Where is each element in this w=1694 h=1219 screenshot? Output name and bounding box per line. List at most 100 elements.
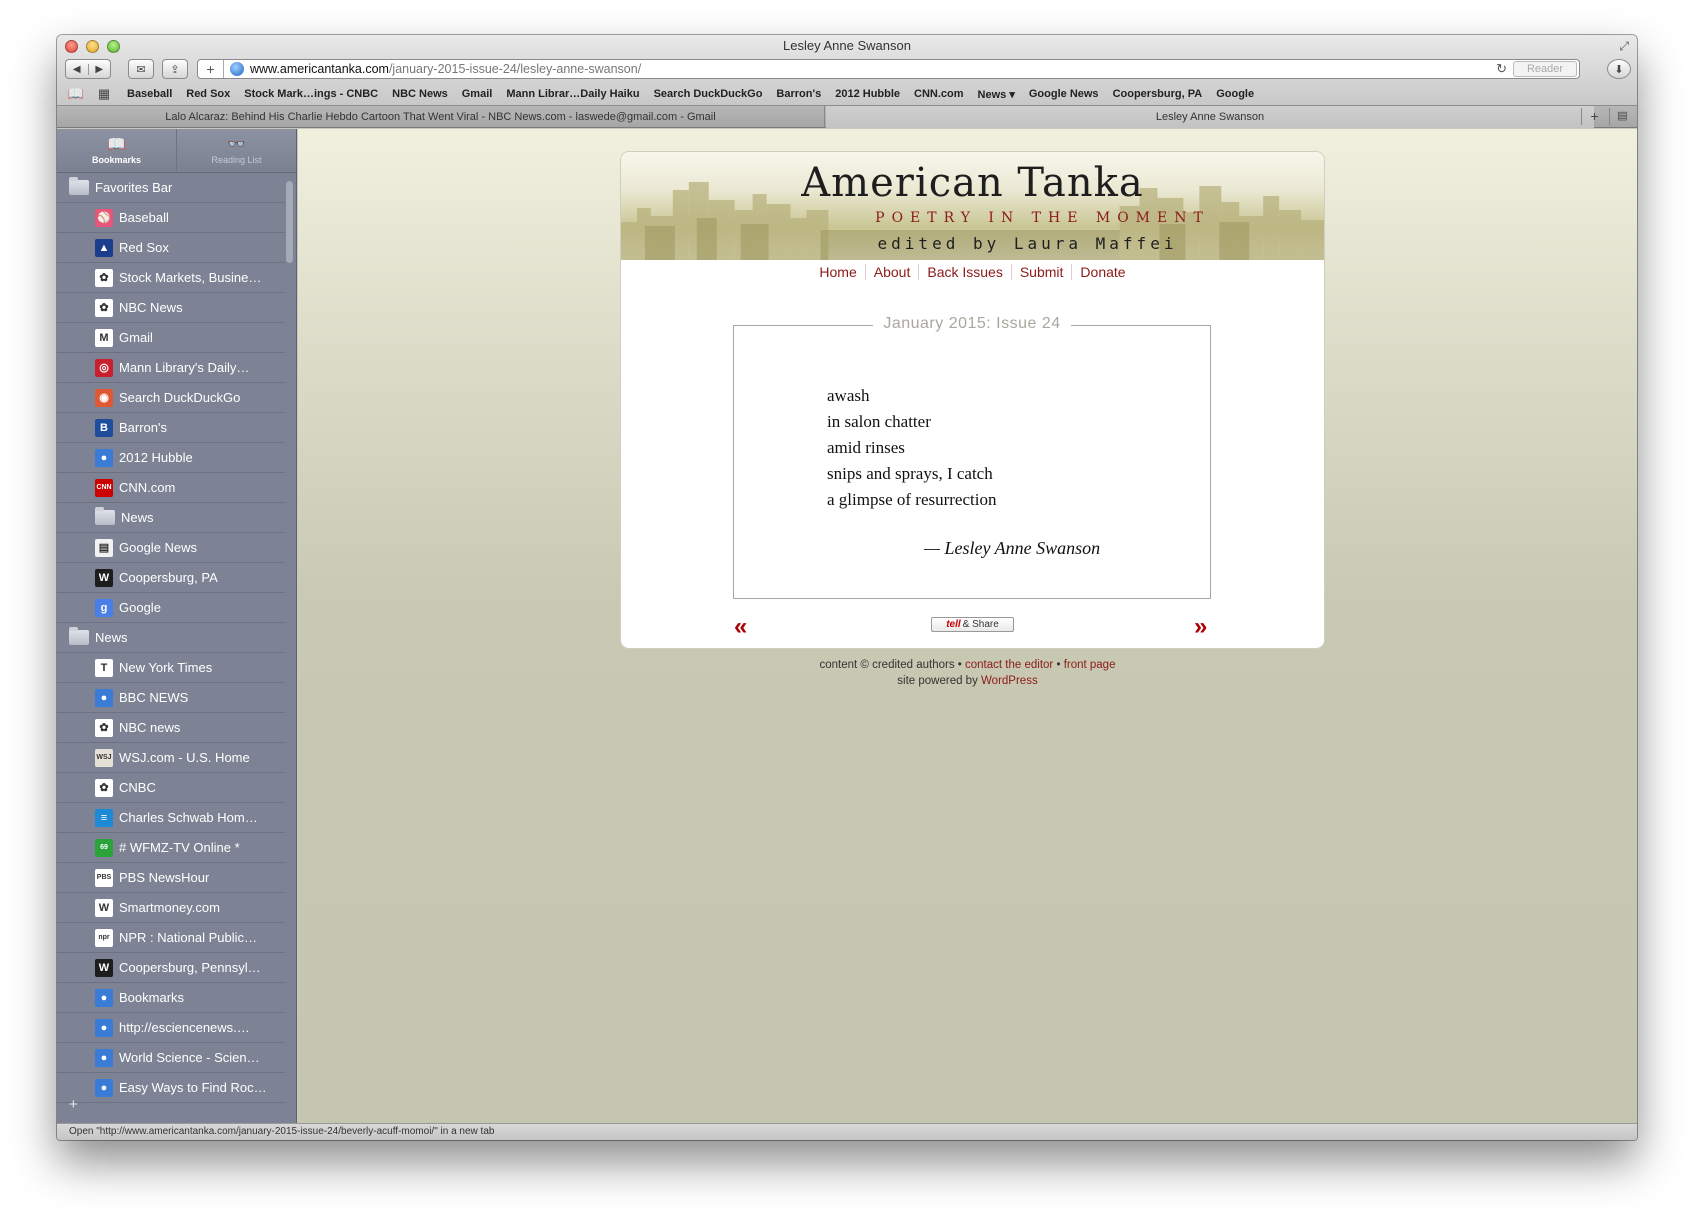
bookmark-mann-library[interactable]: Mann Librar…Daily Haiku: [506, 88, 639, 100]
sidebar-item-label: Bookmarks: [119, 990, 185, 1005]
contact-editor-link[interactable]: contact the editor: [965, 659, 1053, 671]
sidebar-item-label: News: [121, 510, 154, 525]
sidebar-bookmark[interactable]: ✿ NBC news: [57, 713, 285, 743]
nbc-peacock-icon: ✿: [95, 718, 113, 737]
bookmark-cnn[interactable]: CNN.com: [914, 88, 964, 100]
tab-gmail[interactable]: Lalo Alcaraz: Behind His Charlie Hebdo C…: [57, 106, 825, 128]
sidebar-bookmark[interactable]: W Coopersburg, PA: [57, 563, 285, 593]
bookmark-list: Favorites Bar ⚾ Baseball ▲ Red Sox ✿ Stock Mar…: [57, 173, 285, 1103]
sidebar-folder[interactable]: Favorites Bar: [57, 173, 285, 203]
nav-donate[interactable]: Donate: [1071, 264, 1134, 280]
sidebar-bookmark[interactable]: ● Easy Ways to Find Roc…: [57, 1073, 285, 1103]
downloads-button[interactable]: ⬇: [1607, 59, 1631, 79]
sidebar-bookmark[interactable]: W Coopersburg, Pennsyl…: [57, 953, 285, 983]
front-page-link[interactable]: front page: [1064, 659, 1116, 671]
folder-icon: [69, 627, 89, 645]
sidebar-bookmark[interactable]: ● 2012 Hubble: [57, 443, 285, 473]
wordpress-link[interactable]: WordPress: [981, 675, 1038, 687]
sidebar-bookmark[interactable]: ✿ CNBC: [57, 773, 285, 803]
sidebar-bookmark[interactable]: g Google: [57, 593, 285, 623]
poem-line: snips and sprays, I catch: [827, 464, 993, 483]
sidebar-bookmark[interactable]: CNN CNN.com: [57, 473, 285, 503]
show-bookmarks-icon[interactable]: 📖: [67, 86, 85, 102]
share-button[interactable]: ⇪: [162, 59, 188, 79]
globe-icon: ●: [95, 688, 113, 707]
sidebar-bookmark[interactable]: PBS PBS NewsHour: [57, 863, 285, 893]
sidebar-bookmark[interactable]: npr NPR : National Public…: [57, 923, 285, 953]
bookmark-red-sox[interactable]: Red Sox: [186, 88, 230, 100]
sidebar-bookmark[interactable]: T New York Times: [57, 653, 285, 683]
forward-button[interactable]: ▶: [89, 64, 111, 75]
next-poem-link[interactable]: »: [1194, 613, 1207, 641]
reading-list-toggle[interactable]: 👓 Reading List: [176, 129, 296, 172]
tab-overview-icon[interactable]: ▤: [1609, 108, 1635, 125]
reload-icon[interactable]: ↻: [1496, 61, 1507, 77]
bookmark-cnbc[interactable]: Stock Mark…ings - CNBC: [244, 88, 378, 100]
sidebar-item-label: PBS NewsHour: [119, 870, 210, 885]
sidebar-bookmark[interactable]: ✿ NBC News: [57, 293, 285, 323]
sidebar-bookmark[interactable]: ✿ Stock Markets, Busine…: [57, 263, 285, 293]
sidebar-item-label: NBC news: [119, 720, 181, 735]
nav-home[interactable]: Home: [811, 264, 864, 280]
sidebar-bookmark[interactable]: B Barron's: [57, 413, 285, 443]
sidebar-bookmark[interactable]: M Gmail: [57, 323, 285, 353]
footer-bullet: •: [1056, 659, 1061, 671]
bookmark-baseball[interactable]: Baseball: [127, 88, 172, 100]
sidebar-item-label: NBC News: [119, 300, 183, 315]
bookmarks-toggle[interactable]: 📖 Bookmarks: [57, 129, 176, 172]
top-sites-icon[interactable]: ▦: [95, 86, 113, 102]
glasses-icon: 👓: [227, 135, 246, 153]
sidebar-bookmark[interactable]: WSJ WSJ.com - U.S. Home: [57, 743, 285, 773]
mail-button[interactable]: ✉: [128, 59, 154, 79]
fullscreen-icon[interactable]: ⤢: [1619, 39, 1629, 54]
tab-current[interactable]: Lesley Anne Swanson: [826, 106, 1594, 128]
bookmark-nbc-news[interactable]: NBC News: [392, 88, 448, 100]
sidebar-bookmark[interactable]: W Smartmoney.com: [57, 893, 285, 923]
sidebar-bookmark[interactable]: ▤ Google News: [57, 533, 285, 563]
sidebar-bookmark[interactable]: ● World Science - Scien…: [57, 1043, 285, 1073]
tell-share-button[interactable]: tell & Share: [931, 617, 1014, 632]
back-button[interactable]: ◀: [66, 63, 89, 75]
browser-window: Lesley Anne Swanson ⤢ ◀ ▶ ✉ ⇪ + www.amer…: [57, 35, 1637, 1140]
nav-submit[interactable]: Submit: [1010, 264, 1072, 280]
sidebar-bookmark[interactable]: ▲ Red Sox: [57, 233, 285, 263]
sidebar-scrollbar[interactable]: [286, 181, 293, 263]
sidebar-bookmark[interactable]: ◉ Search DuckDuckGo: [57, 383, 285, 413]
bookmark-google[interactable]: Google: [1216, 88, 1254, 100]
previous-poem-link[interactable]: «: [734, 613, 747, 641]
sidebar-bookmark[interactable]: 69 # WFMZ-TV Online *: [57, 833, 285, 863]
bookmark-duckduckgo[interactable]: Search DuckDuckGo: [654, 88, 763, 100]
globe-icon: ●: [95, 1018, 113, 1037]
wfmz-icon: 69: [95, 838, 113, 857]
bookmark-hubble[interactable]: 2012 Hubble: [835, 88, 900, 100]
sidebar-item-label: Mann Library's Daily…: [119, 360, 250, 375]
bookmark-coopersburg[interactable]: Coopersburg, PA: [1113, 88, 1203, 100]
sidebar-bookmark[interactable]: ● http://esciencenews.…: [57, 1013, 285, 1043]
nav-about[interactable]: About: [864, 264, 919, 280]
address-bar[interactable]: + www.americantanka.com /january-2015-is…: [197, 59, 1580, 79]
issue-title[interactable]: January 2015: Issue 24: [873, 315, 1071, 332]
bookmark-google-news[interactable]: Google News: [1029, 88, 1099, 100]
poem-line: in salon chatter: [827, 412, 931, 431]
add-bookmark-button[interactable]: +: [198, 60, 224, 78]
sidebar-bookmark[interactable]: ● BBC NEWS: [57, 683, 285, 713]
sidebar-bookmark[interactable]: News: [57, 503, 285, 533]
site-card: American Tanka POETRY IN THE MOMENT edit…: [620, 151, 1325, 649]
sidebar-folder[interactable]: News: [57, 623, 285, 653]
sidebar-bookmark[interactable]: ≡ Charles Schwab Hom…: [57, 803, 285, 833]
bookmark-gmail[interactable]: Gmail: [462, 88, 493, 100]
reader-button[interactable]: Reader: [1513, 61, 1577, 77]
sidebar-bookmark[interactable]: ● Bookmarks: [57, 983, 285, 1013]
sidebar-bookmark[interactable]: ⚾ Baseball: [57, 203, 285, 233]
new-tab-button[interactable]: +: [1581, 108, 1607, 125]
url-host[interactable]: www.americantanka.com: [250, 62, 389, 76]
sidebar-item-label: World Science - Scien…: [119, 1050, 260, 1065]
url-path[interactable]: /january-2015-issue-24/lesley-anne-swans…: [389, 62, 641, 76]
nav-back-issues[interactable]: Back Issues: [918, 264, 1011, 280]
sidebar-bookmark[interactable]: ◎ Mann Library's Daily…: [57, 353, 285, 383]
site-title[interactable]: American Tanka: [621, 160, 1324, 206]
bookmarks-bar: 📖 ▦ Baseball Red Sox Stock Mark…ings - C…: [57, 84, 1637, 104]
add-bookmark-folder-button[interactable]: +: [69, 1096, 78, 1113]
bookmark-news-folder[interactable]: News ▾: [978, 88, 1015, 101]
bookmark-barrons[interactable]: Barron's: [776, 88, 821, 100]
